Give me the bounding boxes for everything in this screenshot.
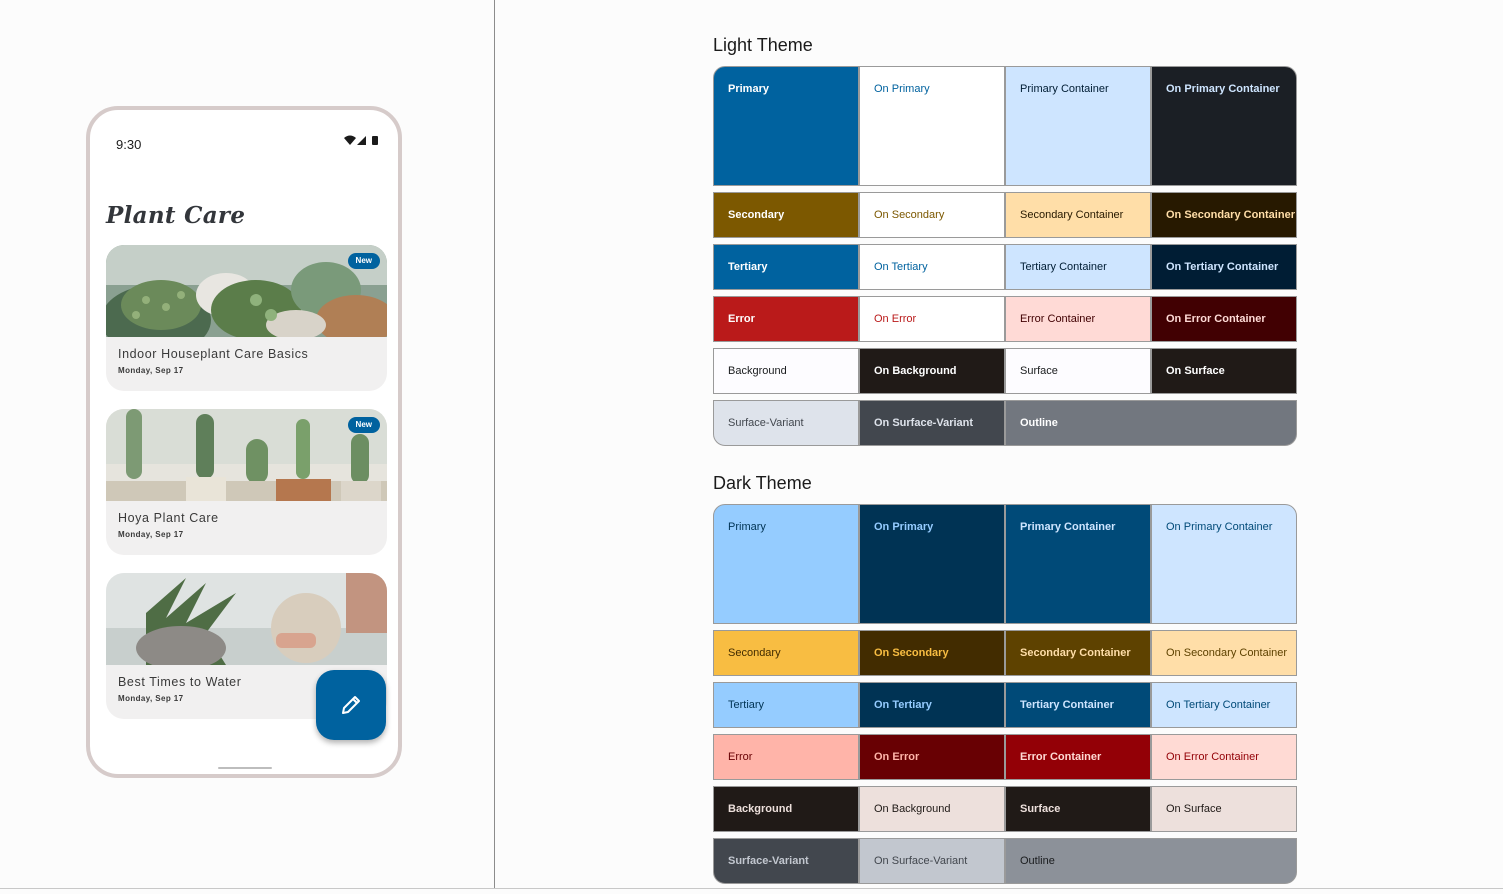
bottom-border: [0, 888, 1503, 889]
card-date: Monday, Sep 17: [118, 694, 184, 703]
color-swatch-tertiary-container: Tertiary Container: [1005, 244, 1151, 290]
color-swatch-outline: Outline: [1005, 838, 1297, 884]
pencil-icon: [342, 696, 360, 714]
card-title: Best Times to Water: [118, 675, 242, 689]
color-swatch-on-tertiary-container: On Tertiary Container: [1151, 244, 1297, 290]
color-swatch-error: Error: [713, 734, 859, 780]
palette-row: Tertiary On Tertiary Tertiary Container On …: [713, 244, 1297, 290]
article-card[interactable]: New Indoor Houseplant Care Basics Monday…: [106, 245, 387, 391]
color-swatch-error-container: Error Container: [1005, 296, 1151, 342]
dark-theme-title: Dark Theme: [713, 473, 812, 493]
color-swatch-primary: Primary: [713, 504, 859, 624]
color-swatch-on-surface-variant: On Surface-Variant: [859, 838, 1005, 884]
status-time: 9:30: [116, 137, 142, 152]
color-swatch-on-secondary: On Secondary: [859, 630, 1005, 676]
compose-fab[interactable]: [316, 670, 386, 740]
palette-row: Surface-Variant On Surface-Variant Outline: [713, 838, 1297, 884]
color-swatch-on-background: On Background: [859, 348, 1005, 394]
cactus-pots-photo: [106, 409, 387, 501]
color-swatch-surface-variant: Surface-Variant: [713, 838, 859, 884]
new-badge: New: [347, 417, 380, 433]
article-card[interactable]: New Hoya Plant Care Monday, Sep 17: [106, 409, 387, 555]
home-indicator: [218, 767, 272, 769]
palette-row: Error On Error Error Container On Error Con…: [713, 296, 1297, 342]
color-swatch-secondary: Secondary: [713, 192, 859, 238]
color-swatch-primary-container: Primary Container: [1005, 504, 1151, 624]
battery-icon: [372, 136, 378, 145]
status-icons: [342, 134, 382, 148]
light-theme-title: Light Theme: [713, 35, 813, 55]
color-swatch-tertiary-container: Tertiary Container: [1005, 682, 1151, 728]
color-swatch-tertiary: Tertiary: [713, 244, 859, 290]
palette-row: Tertiary On Tertiary Tertiary Container On …: [713, 682, 1297, 728]
color-swatch-on-primary-container: On Primary Container: [1151, 504, 1297, 624]
dark-theme-palette: Primary On Primary Primary Container On Pri…: [713, 504, 1297, 884]
color-swatch-on-tertiary: On Tertiary: [859, 682, 1005, 728]
color-swatch-surface-variant: Surface-Variant: [713, 400, 859, 446]
color-swatch-on-error: On Error: [859, 734, 1005, 780]
palette-row: Primary On Primary Primary Container On Pri…: [713, 504, 1297, 624]
color-swatch-on-primary-container: On Primary Container: [1151, 66, 1297, 186]
card-date: Monday, Sep 17: [118, 530, 184, 539]
light-theme-palette: Primary On Primary Primary Container On Pri…: [713, 66, 1297, 446]
color-swatch-on-primary: On Primary: [859, 504, 1005, 624]
color-swatch-secondary: Secondary: [713, 630, 859, 676]
palette-row: Secondary On Secondary Secondary Container…: [713, 192, 1297, 238]
card-date: Monday, Sep 17: [118, 366, 184, 375]
palette-row: Primary On Primary Primary Container On Pri…: [713, 66, 1297, 186]
wifi-icon: [344, 135, 356, 145]
palette-row: Secondary On Secondary Secondary Container…: [713, 630, 1297, 676]
color-swatch-on-error-container: On Error Container: [1151, 734, 1297, 780]
color-swatch-primary: Primary: [713, 66, 859, 186]
new-badge: New: [347, 253, 380, 269]
color-swatch-secondary-container: Secondary Container: [1005, 192, 1151, 238]
color-swatch-outline: Outline: [1005, 400, 1297, 446]
color-swatch-on-secondary: On Secondary: [859, 192, 1005, 238]
color-swatch-on-background: On Background: [859, 786, 1005, 832]
card-title: Indoor Houseplant Care Basics: [118, 347, 309, 361]
color-swatch-surface: Surface: [1005, 348, 1151, 394]
color-swatch-primary-container: Primary Container: [1005, 66, 1151, 186]
color-swatch-background: Background: [713, 348, 859, 394]
color-swatch-on-error-container: On Error Container: [1151, 296, 1297, 342]
palette-row: Surface-Variant On Surface-Variant Outline: [713, 400, 1297, 446]
color-swatch-on-tertiary: On Tertiary: [859, 244, 1005, 290]
color-swatch-surface: Surface: [1005, 786, 1151, 832]
color-swatch-on-surface: On Surface: [1151, 786, 1297, 832]
palette-row: Background On Background Surface On Surface: [713, 786, 1297, 832]
color-swatch-on-surface: On Surface: [1151, 348, 1297, 394]
color-swatch-tertiary: Tertiary: [713, 682, 859, 728]
card-title: Hoya Plant Care: [118, 511, 219, 525]
watering-plant-photo: [106, 573, 387, 665]
phone-frame: 9:30 Plant Care New Indoor Houseplant Ca…: [86, 106, 402, 778]
color-swatch-on-secondary-container: On Secondary Container: [1151, 630, 1297, 676]
color-swatch-background: Background: [713, 786, 859, 832]
signal-icon: [357, 136, 366, 145]
status-bar: 9:30: [90, 110, 398, 170]
pane-divider: [494, 0, 495, 888]
color-swatch-error-container: Error Container: [1005, 734, 1151, 780]
color-swatch-error: Error: [713, 296, 859, 342]
color-swatch-on-surface-variant: On Surface-Variant: [859, 400, 1005, 446]
color-swatch-secondary-container: Secondary Container: [1005, 630, 1151, 676]
succulent-plants-photo: [106, 245, 387, 337]
device-preview-pane: 9:30 Plant Care New Indoor Houseplant Ca…: [0, 0, 494, 888]
palette-row: Background On Background Surface On Surface: [713, 348, 1297, 394]
color-swatch-on-error: On Error: [859, 296, 1005, 342]
color-swatch-on-secondary-container: On Secondary Container: [1151, 192, 1297, 238]
color-swatch-on-tertiary-container: On Tertiary Container: [1151, 682, 1297, 728]
app-title: Plant Care: [106, 202, 246, 229]
color-swatch-on-primary: On Primary: [859, 66, 1005, 186]
palette-row: Error On Error Error Container On Error Con…: [713, 734, 1297, 780]
